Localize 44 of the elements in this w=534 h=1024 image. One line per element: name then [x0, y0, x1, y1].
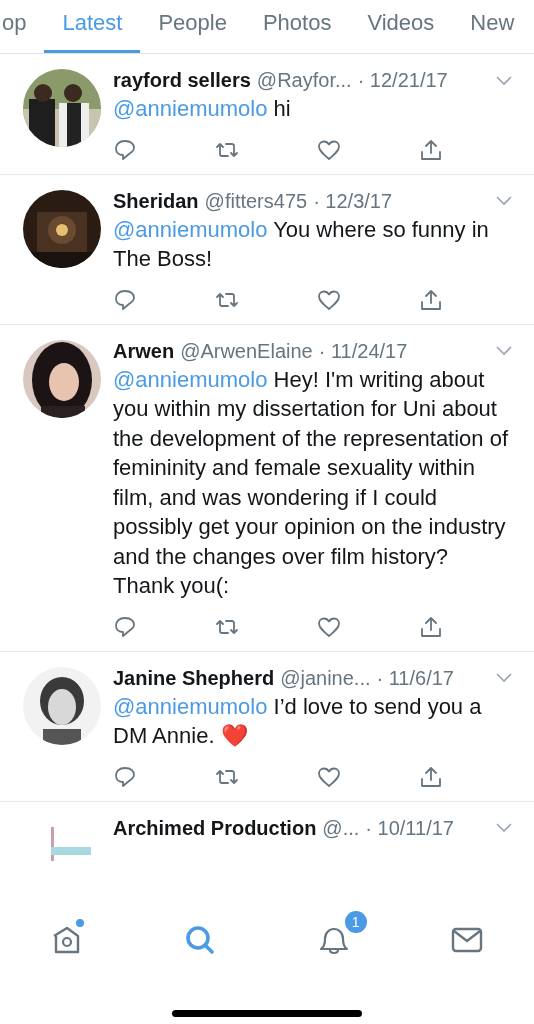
- reply-icon[interactable]: [113, 137, 137, 162]
- heart-emoji: ❤: [220, 723, 248, 748]
- chevron-icon[interactable]: [496, 823, 512, 833]
- user-name: rayford sellers: [113, 69, 251, 92]
- share-icon[interactable]: [419, 614, 443, 639]
- tweet-date: · 11/24/17: [318, 339, 408, 363]
- share-icon[interactable]: [419, 287, 443, 312]
- tab[interactable]: op: [0, 0, 45, 53]
- chevron-icon[interactable]: [496, 346, 512, 356]
- user-name: Archimed Production: [113, 816, 317, 840]
- tweet-date: · 12/3/17: [313, 189, 393, 213]
- tab[interactable]: Videos: [349, 0, 453, 53]
- tweet-date: · 12/21/17: [357, 69, 448, 92]
- chevron-icon[interactable]: [496, 75, 512, 86]
- tab[interactable]: Latest: [44, 0, 141, 53]
- tab[interactable]: Photos: [244, 0, 350, 53]
- mention-link[interactable]: @anniemumolo: [113, 96, 268, 121]
- tab[interactable]: People: [140, 0, 245, 53]
- mention-link[interactable]: @anniemumolo: [113, 216, 268, 242]
- tweet-date: · 11/6/17: [376, 666, 454, 690]
- tweet-text: @anniemumolo I’d love to send you a DM Annie. ❤: [113, 692, 483, 750]
- user-handle: @...: [322, 816, 360, 840]
- user-name: Janine Shepherd: [113, 666, 275, 690]
- tab[interactable]: New: [452, 0, 533, 53]
- user-handle: @ArwenElaine: [180, 339, 313, 363]
- user-handle: @fitters475: [204, 189, 308, 213]
- user-handle: @Rayfor...: [256, 69, 352, 92]
- chevron-icon[interactable]: [496, 196, 512, 206]
- tweet-text: @anniemumolo Hey! I'm writing about you within my dissertation for Uni about the development of the representation of femininity and female sexuality within film, and was wondering if I could possibly get your opinion on the industry and the changes over film history? Thank you(:: [113, 365, 510, 600]
- chevron-icon[interactable]: [496, 673, 512, 683]
- tweet-text: @anniemumolo You where so funny in The Boss!: [113, 215, 490, 273]
- reply-icon[interactable]: [113, 614, 137, 639]
- mention-link[interactable]: @anniemumolo: [113, 693, 268, 719]
- user-handle: @janine...: [280, 666, 371, 690]
- user-name: Sheridan: [113, 189, 199, 213]
- tweet-date: · 10/11/17: [365, 816, 454, 840]
- mention-link[interactable]: @anniemumolo: [113, 366, 268, 392]
- share-icon[interactable]: [419, 764, 443, 789]
- reply-icon[interactable]: [113, 764, 137, 789]
- share-icon[interactable]: [419, 137, 443, 162]
- tweet-text: @anniemumolo hi: [113, 95, 292, 123]
- user-name: Arwen: [113, 339, 175, 363]
- reply-icon[interactable]: [113, 287, 137, 312]
- notification-badge: 1: [344, 911, 367, 933]
